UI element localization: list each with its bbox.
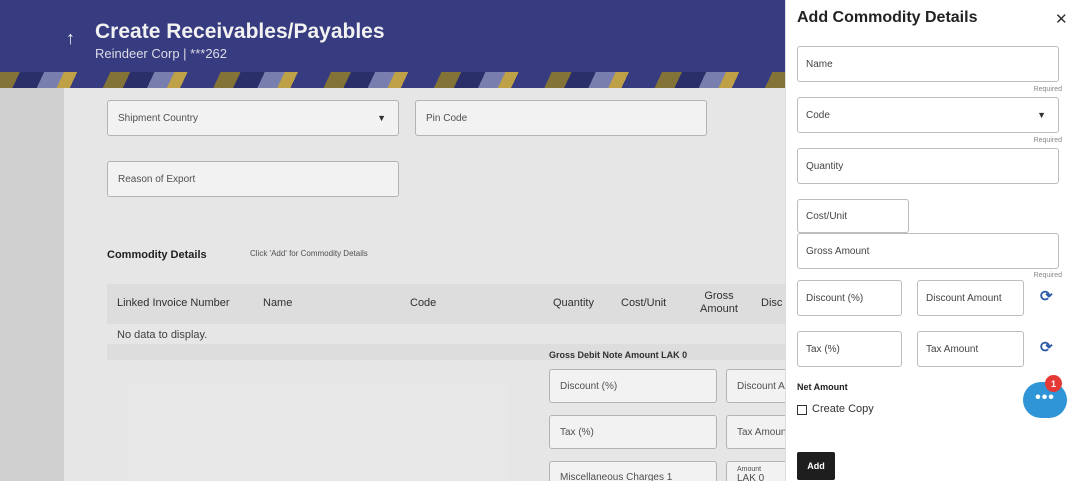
discount-amount-input[interactable]: Discount Amount (917, 280, 1024, 316)
chevron-down-icon: ▼ (1037, 110, 1046, 120)
quantity-label: Quantity (806, 160, 844, 172)
discount-pct-input[interactable]: Discount (%) (797, 280, 902, 316)
panel-discount-pct-label: Discount (%) (806, 292, 864, 304)
name-label: Name (806, 58, 833, 70)
panel-tax-pct-label: Tax (%) (806, 343, 840, 355)
name-input[interactable]: Name (797, 46, 1059, 82)
net-amount-label: Net Amount (797, 382, 848, 392)
notification-badge: 1 (1045, 375, 1062, 392)
code-select[interactable]: Code ▼ (797, 97, 1059, 133)
tax-pct-input[interactable]: Tax (%) (797, 331, 902, 367)
panel-tax-amount-label: Tax Amount (926, 343, 979, 355)
cost-unit-label: Cost/Unit (806, 210, 848, 222)
refresh-icon[interactable]: ⟳ (1040, 338, 1053, 356)
create-copy-label[interactable]: Create Copy (812, 403, 874, 415)
tax-amount-input[interactable]: Tax Amount (917, 331, 1024, 367)
close-icon[interactable]: ✕ (1055, 10, 1068, 28)
refresh-icon[interactable]: ⟳ (1040, 287, 1053, 305)
modal-overlay[interactable] (0, 0, 785, 481)
add-button[interactable]: Add (797, 452, 835, 480)
gross-amount-required: Required (1033, 272, 1062, 279)
quantity-input[interactable]: Quantity (797, 148, 1059, 184)
gross-amount-input[interactable]: Gross Amount (797, 233, 1059, 269)
cost-unit-input[interactable]: Cost/Unit (797, 199, 909, 233)
name-required: Required (1033, 86, 1062, 93)
code-required: Required (1033, 137, 1062, 144)
panel-title: Add Commodity Details (797, 9, 978, 26)
create-copy-checkbox[interactable] (797, 405, 807, 415)
panel-discount-amount-label: Discount Amount (926, 292, 1002, 304)
main-page: ↑ Create Receivables/Payables Reindeer C… (0, 0, 785, 481)
code-label: Code (806, 109, 830, 121)
gross-amount-label: Gross Amount (806, 245, 870, 257)
